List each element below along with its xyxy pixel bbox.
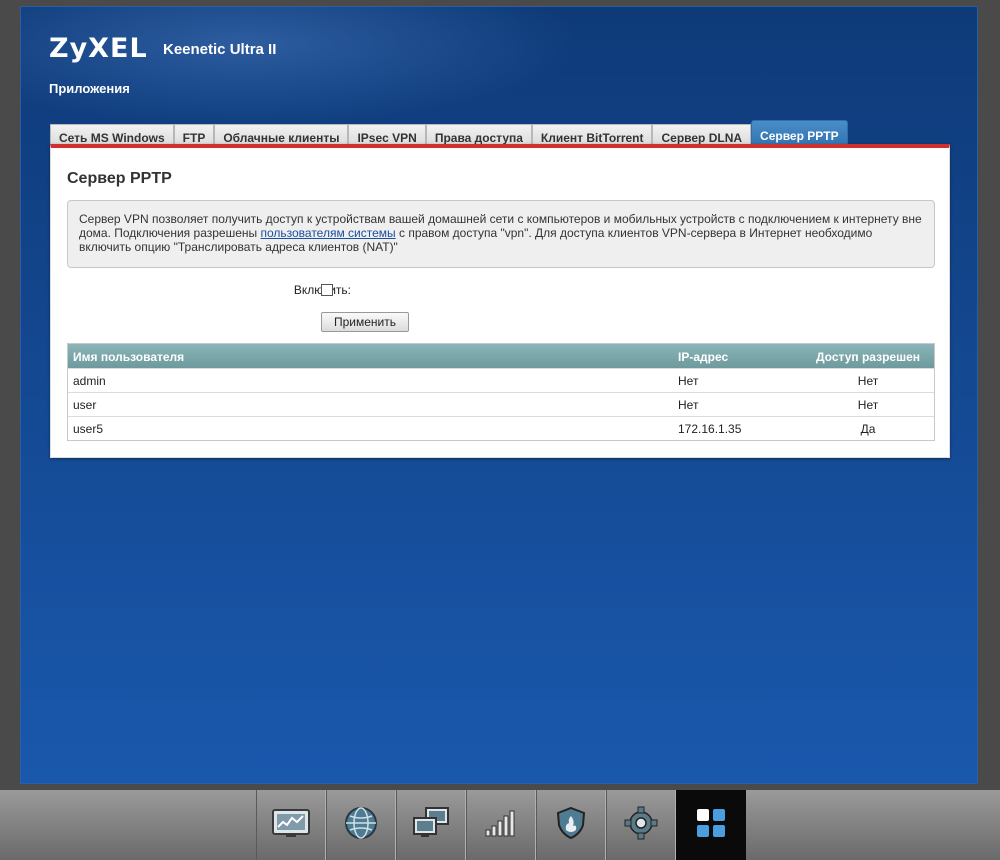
network-computers-icon: [412, 806, 450, 844]
cell-ip-address: 172.16.1.35: [678, 422, 742, 436]
wifi-signal-icon: [484, 808, 518, 843]
bottom-taskbar: [0, 790, 1000, 860]
taskbar-security-button[interactable]: [536, 790, 606, 860]
settings-gear-icon: [624, 806, 658, 845]
cell-access: Нет: [857, 398, 879, 412]
taskbar-wifi-button[interactable]: [466, 790, 536, 860]
table-row[interactable]: admin Нет Нет: [68, 368, 934, 392]
table-header: Имя пользователя IP-адрес Доступ разреше…: [68, 344, 934, 368]
header-username[interactable]: Имя пользователя: [73, 350, 184, 364]
cell-username: user5: [73, 422, 104, 436]
main-panel: ZyXEL Keenetic Ultra II Приложения Сеть …: [20, 6, 978, 784]
enable-label: Включить:: [251, 283, 351, 297]
taskbar-internet-button[interactable]: [326, 790, 396, 860]
enable-checkbox[interactable]: [321, 284, 333, 296]
taskbar-applications-button[interactable]: [676, 790, 746, 860]
cell-ip-address: Нет: [678, 398, 699, 412]
globe-icon: [344, 806, 378, 845]
monitor-chart-icon: [272, 808, 310, 843]
header-ip-address[interactable]: IP-адрес: [678, 350, 728, 364]
content-panel: Сервер PPTP Сервер VPN позволяет получит…: [50, 144, 950, 458]
cell-username: user: [73, 398, 97, 412]
cell-ip-address: Нет: [678, 374, 699, 388]
users-table: Имя пользователя IP-адрес Доступ разреше…: [67, 343, 935, 441]
taskbar-monitor-button[interactable]: [256, 790, 326, 860]
table-row[interactable]: user Нет Нет: [68, 392, 934, 416]
page-title: Сервер PPTP: [67, 170, 172, 187]
taskbar-home-network-button[interactable]: [396, 790, 466, 860]
cell-access: Нет: [857, 374, 879, 388]
system-users-link[interactable]: пользователям системы: [260, 226, 395, 240]
taskbar-settings-button[interactable]: [606, 790, 676, 860]
device-model: Keenetic Ultra II: [163, 41, 277, 58]
table-row[interactable]: user5 172.16.1.35 Да: [68, 416, 934, 440]
cell-username: admin: [73, 374, 106, 388]
cell-access: Да: [860, 422, 876, 436]
apply-button[interactable]: Применить: [321, 312, 409, 332]
header-glow: [21, 7, 581, 127]
security-shield-icon: [556, 806, 586, 845]
header-access-allowed[interactable]: Доступ разрешен: [808, 350, 928, 364]
applications-grid-icon: [695, 807, 727, 844]
brand-logo: ZyXEL: [49, 33, 148, 64]
section-title: Приложения: [49, 81, 130, 96]
info-box: Сервер VPN позволяет получить доступ к у…: [67, 200, 935, 268]
